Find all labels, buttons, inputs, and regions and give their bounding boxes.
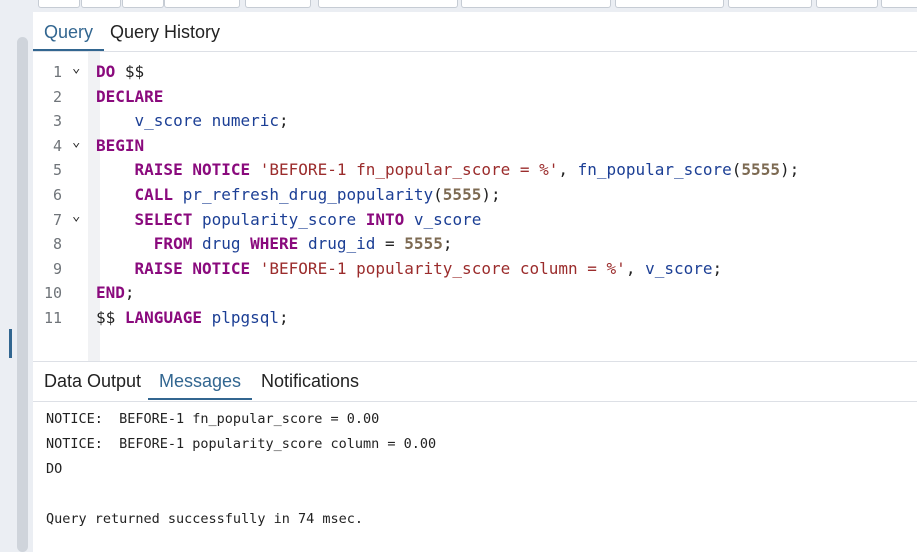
message-line: NOTICE: BEFORE-1 popularity_score column… (46, 436, 437, 452)
toolbar-button[interactable] (81, 0, 121, 8)
left-gutter (0, 0, 33, 552)
splitter-marker (9, 329, 12, 358)
query-tool-panel: Query Query History 1 ⌄ DO $$ 2 DECLARE 3 v_s… (33, 12, 917, 552)
message-line: Query returned successfully in 74 msec. (46, 511, 363, 527)
toolbar-button[interactable] (38, 0, 80, 8)
toolbar (33, 0, 917, 12)
code-text: DECLARE (96, 86, 164, 106)
toolbar-button[interactable] (881, 0, 917, 8)
tab-query[interactable]: Query (33, 12, 105, 51)
toolbar-button[interactable] (615, 0, 724, 8)
toolbar-button[interactable] (461, 0, 611, 8)
output-tabs: Data Output Messages Notifications (33, 361, 917, 402)
fold-chevron-icon[interactable]: ⌄ (72, 130, 80, 155)
code-text: SELECT popularity_score INTO v_score (134, 209, 482, 229)
line-number: 11 (43, 309, 62, 327)
message-line: DO (46, 461, 63, 477)
tab-query-history[interactable]: Query History (99, 12, 231, 51)
line-number: 1 (52, 63, 62, 81)
line-number: 5 (52, 161, 62, 180)
code-text: $$ LANGUAGE plpgsql; (96, 308, 289, 327)
line-number: 8 (52, 235, 62, 254)
toolbar-dropdown[interactable] (318, 0, 458, 8)
tab-notifications[interactable]: Notifications (250, 362, 370, 400)
message-line (46, 482, 906, 507)
line-number: 7 (52, 210, 62, 229)
query-tabs: Query Query History (33, 12, 917, 52)
tab-data-output[interactable]: Data Output (33, 362, 152, 400)
tab-messages[interactable]: Messages (148, 362, 253, 400)
line-number: 10 (43, 284, 62, 303)
vertical-scrollbar[interactable] (17, 37, 28, 552)
code-text: DO $$ (96, 62, 145, 81)
toolbar-button[interactable] (816, 0, 878, 8)
line-number: 9 (52, 259, 62, 278)
code-text: CALL pr_refresh_drug_popularity(5555); (134, 185, 501, 204)
message-line: NOTICE: BEFORE-1 fn_popular_score = 0.00 (46, 411, 380, 427)
messages-output: NOTICE: BEFORE-1 fn_popular_score = 0.00… (46, 407, 906, 532)
line-number: 3 (52, 112, 62, 131)
code-text: RAISE NOTICE 'BEFORE-1 fn_popular_score … (134, 160, 800, 180)
fold-chevron-icon[interactable]: ⌄ (72, 56, 80, 81)
fold-chevron-icon[interactable]: ⌄ (72, 204, 80, 229)
toolbar-button[interactable] (728, 0, 812, 8)
sql-editor[interactable]: 1 ⌄ DO $$ 2 DECLARE 3 v_score numeric; 4 ⌄ BEGIN… (33, 52, 917, 361)
line-number: 2 (52, 87, 62, 106)
code-text: v_score numeric; (134, 111, 289, 131)
code-text: RAISE NOTICE 'BEFORE-1 popularity_score … (134, 258, 723, 278)
code-text: END; (96, 283, 135, 303)
toolbar-button[interactable] (122, 0, 164, 8)
line-number: 4 (52, 136, 62, 155)
code-text: FROM drug WHERE drug_id = 5555; (153, 234, 453, 254)
line-number: 6 (52, 186, 62, 204)
toolbar-button[interactable] (245, 0, 311, 8)
code-text: BEGIN (96, 135, 145, 155)
toolbar-button[interactable] (164, 0, 240, 8)
